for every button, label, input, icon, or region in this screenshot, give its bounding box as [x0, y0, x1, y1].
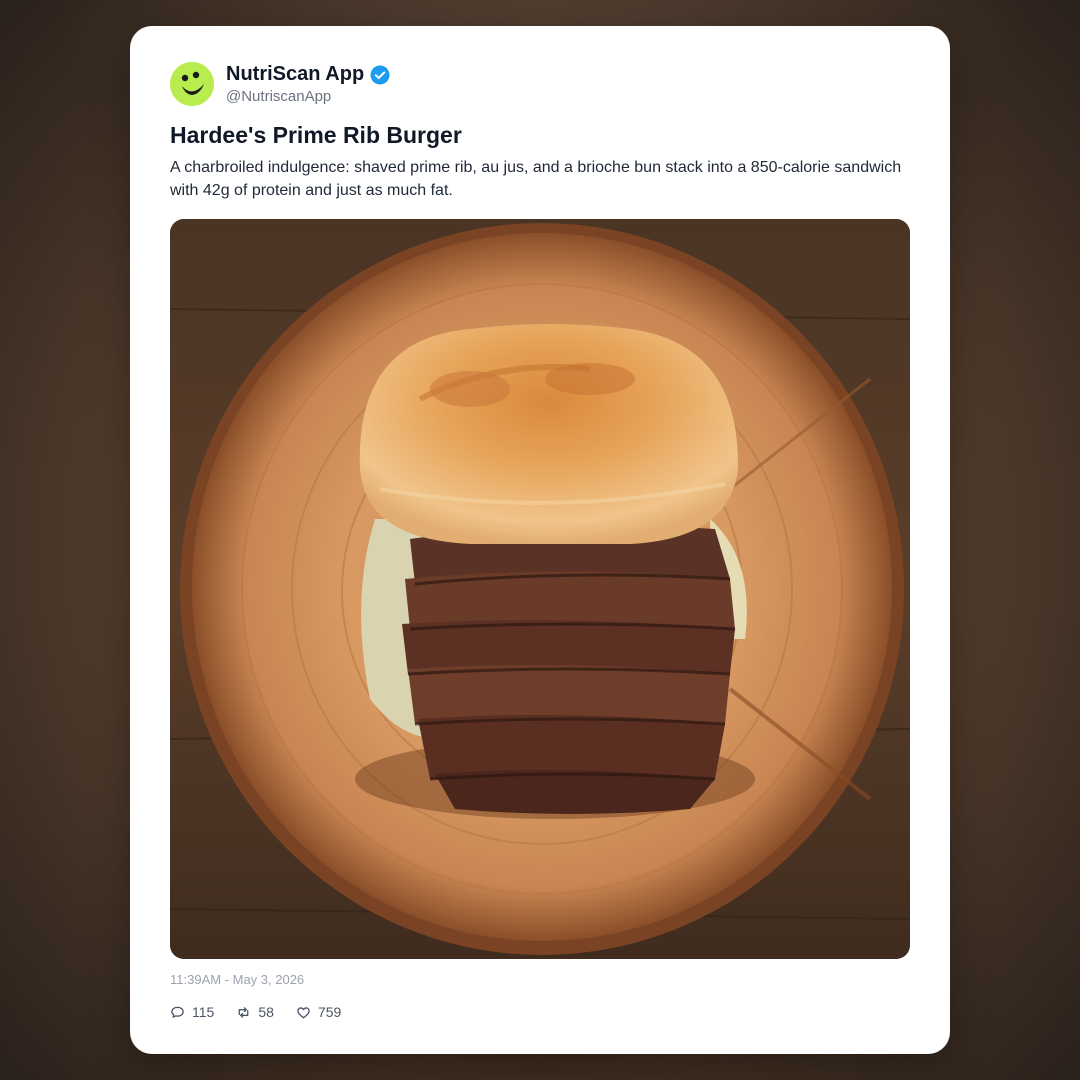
engagement-bar: 115 58 759 [170, 1004, 341, 1020]
like-button[interactable]: 759 [296, 1004, 341, 1020]
author-name[interactable]: NutriScan App [226, 63, 364, 86]
avatar[interactable] [170, 62, 214, 106]
burger-photo-illustration [170, 219, 910, 959]
repost-count: 58 [258, 1004, 274, 1020]
heart-icon [297, 1006, 310, 1018]
post-timestamp: 11:39AM - May 3, 2026 [170, 972, 305, 987]
comment-icon [171, 1006, 184, 1018]
post-card: NutriScan App @NutriscanApp Hardee's Pri… [130, 26, 950, 1054]
like-count: 759 [317, 1004, 342, 1020]
post-description: A charbroiled indulgence: shaved prime r… [170, 159, 902, 199]
author-handle[interactable]: @NutriscanApp [226, 88, 331, 105]
author-row: NutriScan App [226, 63, 390, 86]
repost-button[interactable]: 58 [236, 1004, 274, 1020]
reply-button[interactable]: 115 [170, 1004, 214, 1020]
repost-icon [238, 1006, 249, 1018]
verified-badge-icon [370, 65, 390, 84]
reply-count: 115 [192, 1004, 215, 1020]
face-logo-icon [170, 62, 214, 106]
post-title: Hardee's Prime Rib Burger [170, 122, 462, 148]
post-image[interactable] [170, 219, 910, 959]
